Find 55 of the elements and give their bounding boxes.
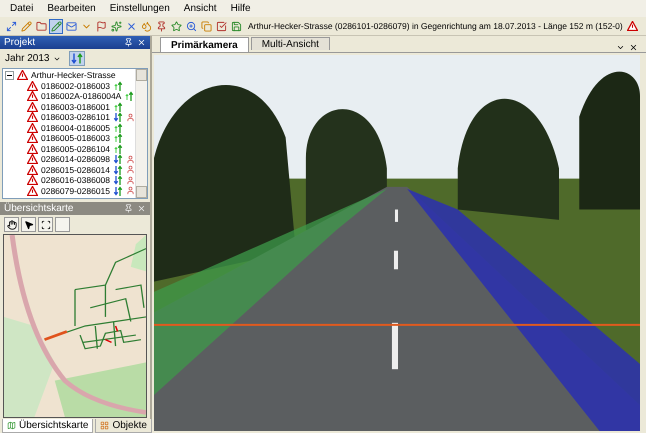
warning-icon	[27, 154, 38, 164]
warning-icon	[27, 112, 38, 122]
panel-title: Übersichtskarte	[4, 203, 74, 214]
tree-node[interactable]: 0286014-0286098	[41, 154, 110, 164]
minus-icon	[7, 72, 12, 78]
pen-icon[interactable]	[49, 18, 63, 34]
star-icon[interactable]	[169, 18, 183, 34]
year-select[interactable]: Jahr 2013	[3, 52, 64, 65]
warning-icon	[27, 186, 38, 196]
sparkle-icon[interactable]	[109, 18, 123, 34]
tree-node[interactable]: Arthur-Hecker-Strasse	[31, 70, 116, 80]
tree-node[interactable]: 0286079-0286015	[41, 186, 110, 196]
panel-tab[interactable]: Übersichtskarte	[2, 418, 94, 432]
tree-node[interactable]: 0186002-0186003	[41, 80, 110, 91]
menu-item[interactable]: Einstellungen	[104, 3, 176, 14]
grid-icon	[100, 420, 110, 430]
menu-item[interactable]: Bearbeiten	[41, 3, 102, 14]
copy-icon[interactable]	[199, 18, 213, 34]
tree-node[interactable]: 0286015-0286014	[41, 164, 110, 175]
down-up-arrows-icon	[71, 53, 84, 64]
warning-icon	[27, 122, 38, 133]
zoom-extent-button[interactable]	[38, 217, 53, 232]
menu-item[interactable]: Hilfe	[224, 3, 257, 14]
pointer-tool-button[interactable]	[21, 217, 36, 232]
warning-icon	[27, 175, 38, 186]
warning-icon	[626, 21, 638, 31]
pencil-icon[interactable]	[19, 18, 33, 34]
panel-title: Projekt	[4, 37, 36, 48]
tree-node[interactable]: 0186003-0186001	[41, 102, 110, 112]
close-icon[interactable]	[629, 43, 638, 52]
warning-icon	[27, 144, 38, 154]
tree-node[interactable]: 0186005-0186003	[41, 133, 110, 144]
menu-item[interactable]: Ansicht	[178, 3, 223, 14]
tree-node[interactable]: 0186003-0286101	[41, 112, 110, 122]
pointer-icon	[24, 220, 34, 230]
menu-item[interactable]: Datei	[4, 3, 40, 14]
warning-icon	[27, 133, 38, 144]
tree-node[interactable]: 0186002A-0186004A	[41, 91, 122, 102]
view-tab[interactable]: Multi-Ansicht	[250, 37, 330, 50]
hand-tool-button[interactable]	[4, 217, 19, 232]
warning-icon	[27, 80, 38, 91]
dropdown-icon[interactable]	[616, 43, 625, 52]
view-tab[interactable]: Primärkamera	[160, 37, 249, 52]
panel-tab[interactable]: Objekte	[95, 418, 152, 432]
toolbar-title: Arthur-Hecker-Strasse (0286101-0286079) in Gegenrichtung am 18.07.2013 - Länge 152 m (152-0)	[248, 21, 623, 31]
tree-node[interactable]: 0186005-0286104	[41, 144, 110, 154]
warning-icon	[27, 91, 38, 102]
pin-icon[interactable]	[124, 38, 133, 47]
sort-button[interactable]	[69, 51, 86, 66]
warning-icon	[27, 164, 38, 175]
warning-icon	[27, 102, 38, 112]
collapse-toggle[interactable]	[5, 70, 14, 80]
map-icon	[7, 420, 16, 430]
tree-node[interactable]: 0286016-0386008	[41, 175, 110, 186]
tree-node[interactable]: 0186004-0186005	[41, 122, 110, 133]
